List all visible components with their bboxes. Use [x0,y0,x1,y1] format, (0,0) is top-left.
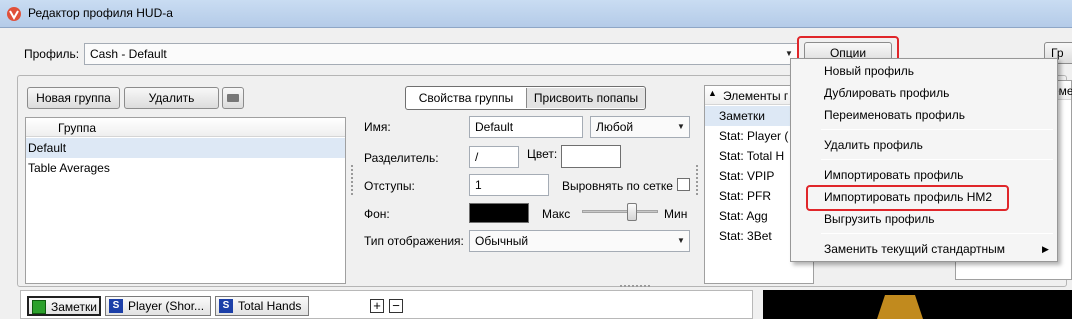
group-row-default[interactable]: Default [26,138,345,158]
title-bar: Редактор профиля HUD-а [0,0,1072,28]
padding-input[interactable]: 1 [469,174,549,196]
profile-select-value: Cash - Default [90,47,167,61]
separator-input[interactable]: / [469,146,519,168]
chip-label: Total Hands [238,299,302,313]
groups-column-header[interactable]: Группа [26,118,345,137]
color-swatch-fill [562,146,620,167]
list-icon [227,94,239,102]
menu-separator [821,129,1053,130]
group-row-label: Table Averages [28,161,110,175]
display-type-select[interactable]: Обычный ▼ [469,230,690,252]
plus-button[interactable]: + [370,299,384,313]
slider-track [582,210,658,213]
tab-assign-popups[interactable]: Присвоить попапы [526,88,645,108]
table-preview [763,290,1072,319]
chip-label: Заметки [51,300,97,314]
chevron-down-icon: ▼ [677,122,685,131]
app-logo-icon [7,7,21,21]
menu-item-export-profile[interactable]: Выгрузить профиль [792,208,1056,230]
splitter-grip-horizontal[interactable] [620,285,650,288]
groups-list: Группа Default Table Averages [25,117,346,284]
stat-s-icon: S [109,299,123,313]
groups-column-title: Группа [58,121,97,135]
align-grid-label: Выровнять по сетке [562,179,673,193]
opacity-slider[interactable] [582,203,658,221]
notes-icon [32,300,46,314]
splitter-grip[interactable] [696,165,699,195]
min-label: Мин [664,207,688,221]
menu-separator [821,159,1053,160]
menu-item-rename-profile[interactable]: Переименовать профиль [792,104,1056,126]
menu-item-label: Заменить текущий стандартным [824,242,1006,256]
chip-label: Player (Shor... [128,299,205,313]
chevron-down-icon: ▼ [677,236,685,245]
display-type-value: Обычный [475,234,529,248]
minus-button[interactable]: − [389,299,403,313]
chip-total-hands[interactable]: S Total Hands [215,296,309,316]
options-menu: Новый профиль Дублировать профиль Переим… [790,58,1058,262]
group-row-table-averages[interactable]: Table Averages [26,158,345,178]
menu-item-duplicate-profile[interactable]: Дублировать профиль [792,82,1056,104]
chip-notes[interactable]: Заметки [27,296,101,316]
separator-label: Разделитель: [364,151,439,165]
name-mode-select[interactable]: Любой ▼ [590,116,690,138]
name-input[interactable]: Default [469,116,583,138]
profile-select[interactable]: Cash - Default ▼ [84,43,798,65]
sort-up-icon: ▲ [708,88,717,98]
background-swatch-fill [470,204,528,222]
delete-group-button[interactable]: Удалить [124,87,219,109]
window-title: Редактор профиля HUD-а [28,6,173,20]
table-preview-shape [875,295,925,319]
name-label: Имя: [364,120,391,134]
align-grid-checkbox[interactable] [677,178,690,191]
slider-thumb[interactable] [627,203,637,221]
tab-bar: Свойства группы Присвоить попапы [405,86,646,110]
menu-item-new-profile[interactable]: Новый профиль [792,60,1056,82]
color-label: Цвет: [527,147,558,161]
elements-column-title: Элементы г [723,89,789,103]
stat-s-icon: S [219,299,233,313]
group-row-label: Default [28,141,67,155]
max-label: Макс [542,207,571,221]
color-swatch[interactable] [561,145,621,168]
menu-item-import-profile[interactable]: Импортировать профиль [792,164,1056,186]
menu-icon-button[interactable] [222,87,244,109]
chip-player[interactable]: S Player (Shor... [105,296,211,316]
display-type-label: Тип отображения: [364,234,464,248]
padding-label: Отступы: [364,179,415,193]
menu-item-delete-profile[interactable]: Удалить профиль [792,134,1056,156]
submenu-arrow-icon: ▶ [1042,244,1049,254]
splitter-grip[interactable] [351,165,354,195]
name-mode-value: Любой [596,120,634,134]
profile-label: Профиль: [24,47,80,61]
new-group-button[interactable]: Новая группа [27,87,120,109]
menu-item-reset-default[interactable]: Заменить текущий стандартным ▶ [792,238,1056,260]
background-label: Фон: [364,207,390,221]
tab-group-properties[interactable]: Свойства группы [407,88,525,108]
hm2-import-highlight [806,185,1009,211]
background-swatch[interactable] [469,203,529,223]
menu-separator [821,233,1053,234]
